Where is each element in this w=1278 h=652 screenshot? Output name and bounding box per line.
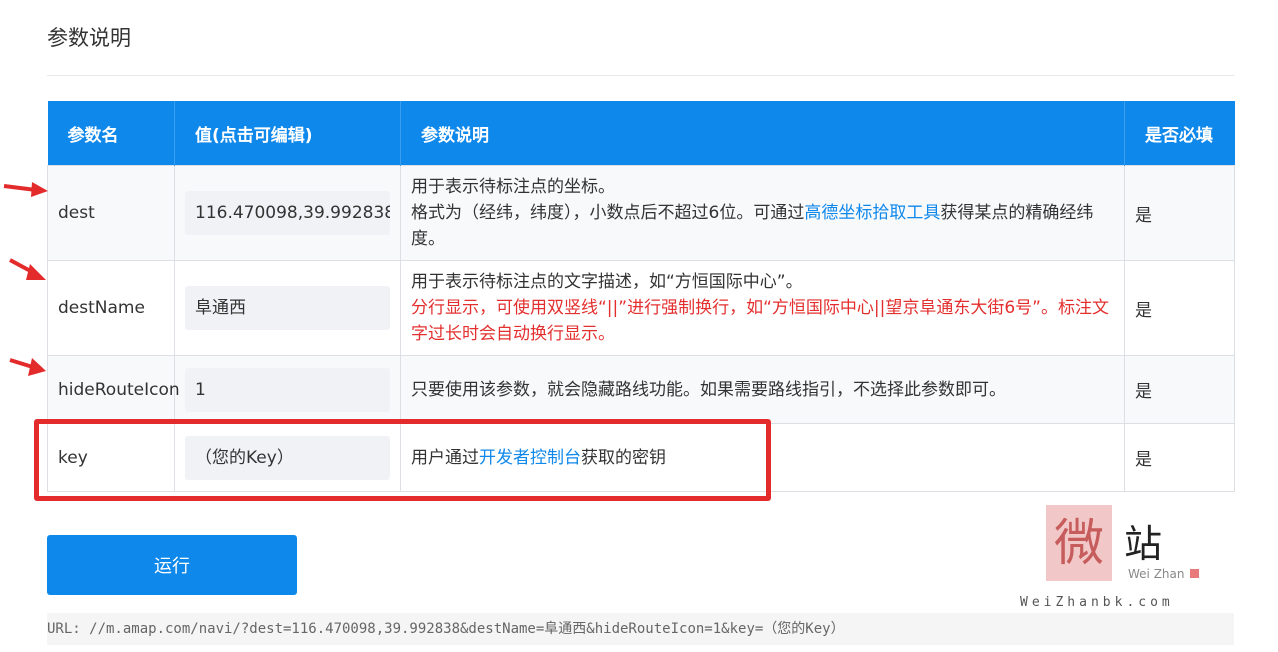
required-cell: 是 [1124,355,1235,424]
table-row: dest 116.470098,39.992838 用于表示待标注点的坐标。 格… [47,165,1235,261]
param-name: hideRouteIcon [47,355,180,424]
section-title: 参数说明 [47,26,131,50]
url-display: URL: //m.amap.com/navi/?dest=116.470098,… [47,613,1234,645]
value-input[interactable]: 1 [185,367,390,412]
value-cell: 116.470098,39.992838 [174,165,401,261]
required-cell: 是 [1124,423,1235,492]
watermark-url: WeiZhanbk.com [1020,595,1174,610]
description-cell: 用于表示待标注点的坐标。 格式为（经纬，纬度），小数点后不超过6位。可通过高德坐… [400,165,1125,261]
header-description: 参数说明 [400,101,1125,166]
description-text: 用于表示待标注点的文字描述，如“方恒国际中心”。 [411,272,803,292]
required-cell: 是 [1124,260,1235,356]
watermark-subtitle: Wei Zhan [1128,567,1185,581]
header-value: 值(点击可编辑) [174,101,401,166]
param-name: destName [47,260,175,356]
run-button[interactable]: 运行 [47,535,297,595]
value-input[interactable]: 阜通西 [185,286,390,330]
description-cell: 只要使用该参数，就会隐藏路线功能。如果需要路线指引，不选择此参数即可。 [400,355,1125,424]
watermark-char: 微 [1046,505,1112,581]
param-name: dest [47,165,175,261]
watermark: 微 站 Wei Zhan WeiZhanbk.com [1020,505,1210,615]
header-param-name: 参数名 [47,101,175,166]
annotation-arrow-icon [9,258,46,280]
coordinate-picker-link[interactable]: 高德坐标拾取工具 [804,203,940,223]
annotation-arrow-icon [9,358,46,376]
table-row: hideRouteIcon 1 只要使用该参数，就会隐藏路线功能。如果需要路线指… [47,355,1235,424]
header-required: 是否必填 [1124,101,1235,166]
description-text: 用于表示待标注点的坐标。 [411,177,615,197]
annotation-arrow-icon [3,182,48,197]
divider [47,75,1234,76]
description-cell: 用于表示待标注点的文字描述，如“方恒国际中心”。 分行显示，可使用双竖线“||”… [400,260,1125,356]
description-warning-text: 分行显示，可使用双竖线“||”进行强制换行，如“方恒国际中心||望京阜通东大街6… [411,298,1109,344]
value-cell: 1 [174,355,401,424]
watermark-char: 站 [1124,522,1163,566]
annotation-highlight-box [34,419,771,501]
required-cell: 是 [1124,165,1235,261]
table-header-row: 参数名 值(点击可编辑) 参数说明 是否必填 [47,101,1235,166]
table-row: destName 阜通西 用于表示待标注点的文字描述，如“方恒国际中心”。 分行… [47,260,1235,356]
description-text: 只要使用该参数，就会隐藏路线功能。如果需要路线指引，不选择此参数即可。 [411,379,1006,400]
value-input[interactable]: 116.470098,39.992838 [185,191,390,235]
watermark-dot-icon [1190,569,1199,578]
description-text: 格式为（经纬，纬度），小数点后不超过6位。可通过 [411,203,805,223]
value-cell: 阜通西 [174,260,401,356]
